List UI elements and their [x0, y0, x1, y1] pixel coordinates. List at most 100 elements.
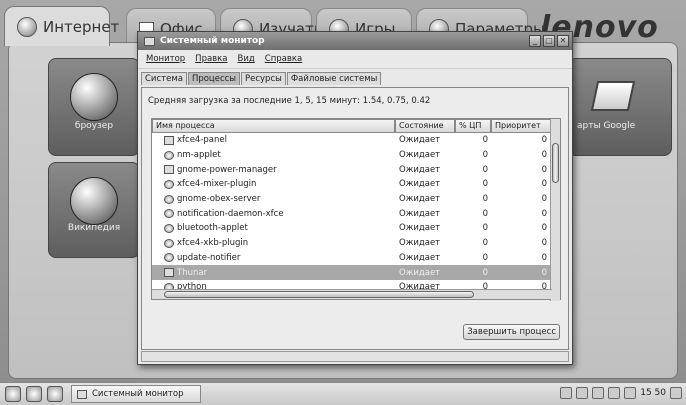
process-cpu: 0	[482, 194, 488, 205]
menu-view[interactable]: Вид	[238, 54, 255, 64]
tile-browser[interactable]: броузер	[48, 58, 140, 156]
process-icon	[164, 253, 174, 263]
process-cpu: 0	[482, 179, 488, 190]
horizontal-scrollbar[interactable]	[152, 289, 552, 299]
bluetooth-icon[interactable]	[576, 387, 589, 399]
tile-label: Википедия	[67, 223, 121, 233]
table-row[interactable]: gnome-obex-server Ожидает 0 0	[152, 192, 560, 207]
process-priority: 0	[541, 208, 547, 219]
process-name: notification-daemon-xfce	[152, 209, 395, 219]
scroll-thumb[interactable]	[552, 143, 559, 183]
col-priority[interactable]: Приоритет	[491, 119, 551, 133]
tile-wikipedia[interactable]: Википедия	[48, 162, 140, 258]
minimize-button[interactable]: _	[529, 35, 541, 47]
table-row[interactable]: update-notifier Ожидает 0 0	[152, 251, 560, 266]
end-process-button[interactable]: Завершить процесс	[463, 324, 560, 340]
load-average: Средняя загрузка за последние 1, 5, 15 м…	[148, 96, 431, 106]
table-header: Имя процесса Состояние % ЦП Приоритет	[152, 119, 560, 133]
process-cpu: 0	[482, 164, 488, 175]
process-cpu: 0	[482, 223, 488, 234]
table-row[interactable]: xfce4-xkb-plugin Ожидает 0 0	[152, 236, 560, 251]
taskbar: Системный монитор 15 50	[0, 382, 686, 405]
taskbar-task[interactable]: Системный монитор	[71, 385, 201, 403]
network-icon[interactable]	[560, 387, 573, 399]
tile-label: броузер	[74, 121, 114, 131]
tab-resources[interactable]: Ресурсы	[241, 72, 286, 85]
table-row[interactable]: bluetooth-applet Ожидает 0 0	[152, 221, 560, 236]
wikipedia-icon	[70, 177, 118, 225]
folder-icon[interactable]	[26, 386, 42, 402]
process-table: Имя процесса Состояние % ЦП Приоритет xf…	[151, 118, 561, 301]
menu-bar: Монитор Правка Вид Справка	[138, 50, 572, 69]
title-bar[interactable]: Системный монитор _ □ ✕	[138, 32, 572, 50]
process-priority: 0	[541, 267, 547, 278]
process-state: Ожидает	[399, 179, 441, 190]
process-name: nm-applet	[152, 150, 395, 160]
col-state[interactable]: Состояние	[395, 119, 455, 133]
process-cpu: 0	[482, 252, 488, 263]
table-row[interactable]: notification-daemon-xfce Ожидает 0 0	[152, 206, 560, 221]
process-state: Ожидает	[399, 194, 441, 205]
col-cpu[interactable]: % ЦП	[455, 119, 491, 133]
process-cpu: 0	[482, 150, 488, 161]
close-button[interactable]: ✕	[557, 35, 569, 47]
task-label: Системный монитор	[92, 389, 184, 399]
globe-icon	[17, 16, 37, 37]
tile-maps[interactable]: арты Google	[568, 58, 672, 156]
browser-icon	[70, 73, 118, 121]
process-priority: 0	[541, 238, 547, 249]
tab-label: Интернет	[43, 17, 120, 36]
col-name[interactable]: Имя процесса	[152, 119, 395, 133]
table-row[interactable]: Thunar Ожидает 0 0	[152, 265, 560, 280]
maximize-button[interactable]: □	[543, 35, 555, 47]
tab-system[interactable]: Система	[141, 72, 187, 85]
process-name: xfce4-mixer-plugin	[152, 179, 395, 189]
process-cpu: 0	[482, 208, 488, 219]
process-cpu: 0	[482, 267, 488, 278]
process-icon	[164, 268, 174, 278]
process-priority: 0	[541, 252, 547, 263]
clock: 15 50	[640, 388, 666, 398]
menu-help[interactable]: Справка	[265, 54, 302, 64]
process-priority: 0	[541, 194, 547, 205]
process-state: Ожидает	[399, 238, 441, 249]
process-name: Thunar	[152, 268, 395, 278]
table-row[interactable]: xfce4-panel Ожидает 0 0	[152, 133, 560, 148]
table-row[interactable]: nm-applet Ожидает 0 0	[152, 148, 560, 163]
process-priority: 0	[541, 164, 547, 175]
tile-label: арты Google	[577, 121, 636, 131]
wifi-icon[interactable]	[592, 387, 605, 399]
process-icon	[164, 179, 174, 189]
tab-internet[interactable]: Интернет	[4, 6, 119, 46]
process-priority: 0	[541, 135, 547, 146]
status-bar	[141, 351, 569, 362]
maps-icon	[590, 81, 636, 111]
keyboard-icon[interactable]	[624, 387, 637, 399]
table-row[interactable]: gnome-power-manager Ожидает 0 0	[152, 162, 560, 177]
system-tray: 15 50	[560, 387, 682, 399]
scroll-thumb[interactable]	[164, 291, 474, 298]
process-state: Ожидает	[399, 208, 441, 219]
battery-icon[interactable]	[608, 387, 621, 399]
process-icon	[164, 150, 174, 160]
process-name: update-notifier	[152, 253, 395, 263]
desktop-icon[interactable]	[47, 386, 63, 402]
window-title: Системный монитор	[160, 36, 265, 46]
menu-edit[interactable]: Правка	[195, 54, 227, 64]
tab-processes[interactable]: Процессы	[187, 72, 240, 85]
tab-filesystems[interactable]: Файловые системы	[286, 72, 382, 85]
home-icon[interactable]	[5, 386, 21, 402]
menu-monitor[interactable]: Монитор	[146, 54, 185, 64]
monitor-icon	[144, 36, 155, 46]
process-name: gnome-obex-server	[152, 194, 395, 204]
system-monitor-window: Системный монитор _ □ ✕ Монитор Правка В…	[137, 31, 573, 365]
process-state: Ожидает	[399, 267, 441, 278]
process-state: Ожидает	[399, 252, 441, 263]
process-priority: 0	[541, 179, 547, 190]
process-name: gnome-power-manager	[152, 165, 395, 175]
process-state: Ожидает	[399, 150, 441, 161]
table-row[interactable]: xfce4-mixer-plugin Ожидает 0 0	[152, 177, 560, 192]
volume-icon[interactable]	[670, 387, 682, 399]
vertical-scrollbar[interactable]	[550, 119, 560, 301]
process-state: Ожидает	[399, 135, 441, 146]
